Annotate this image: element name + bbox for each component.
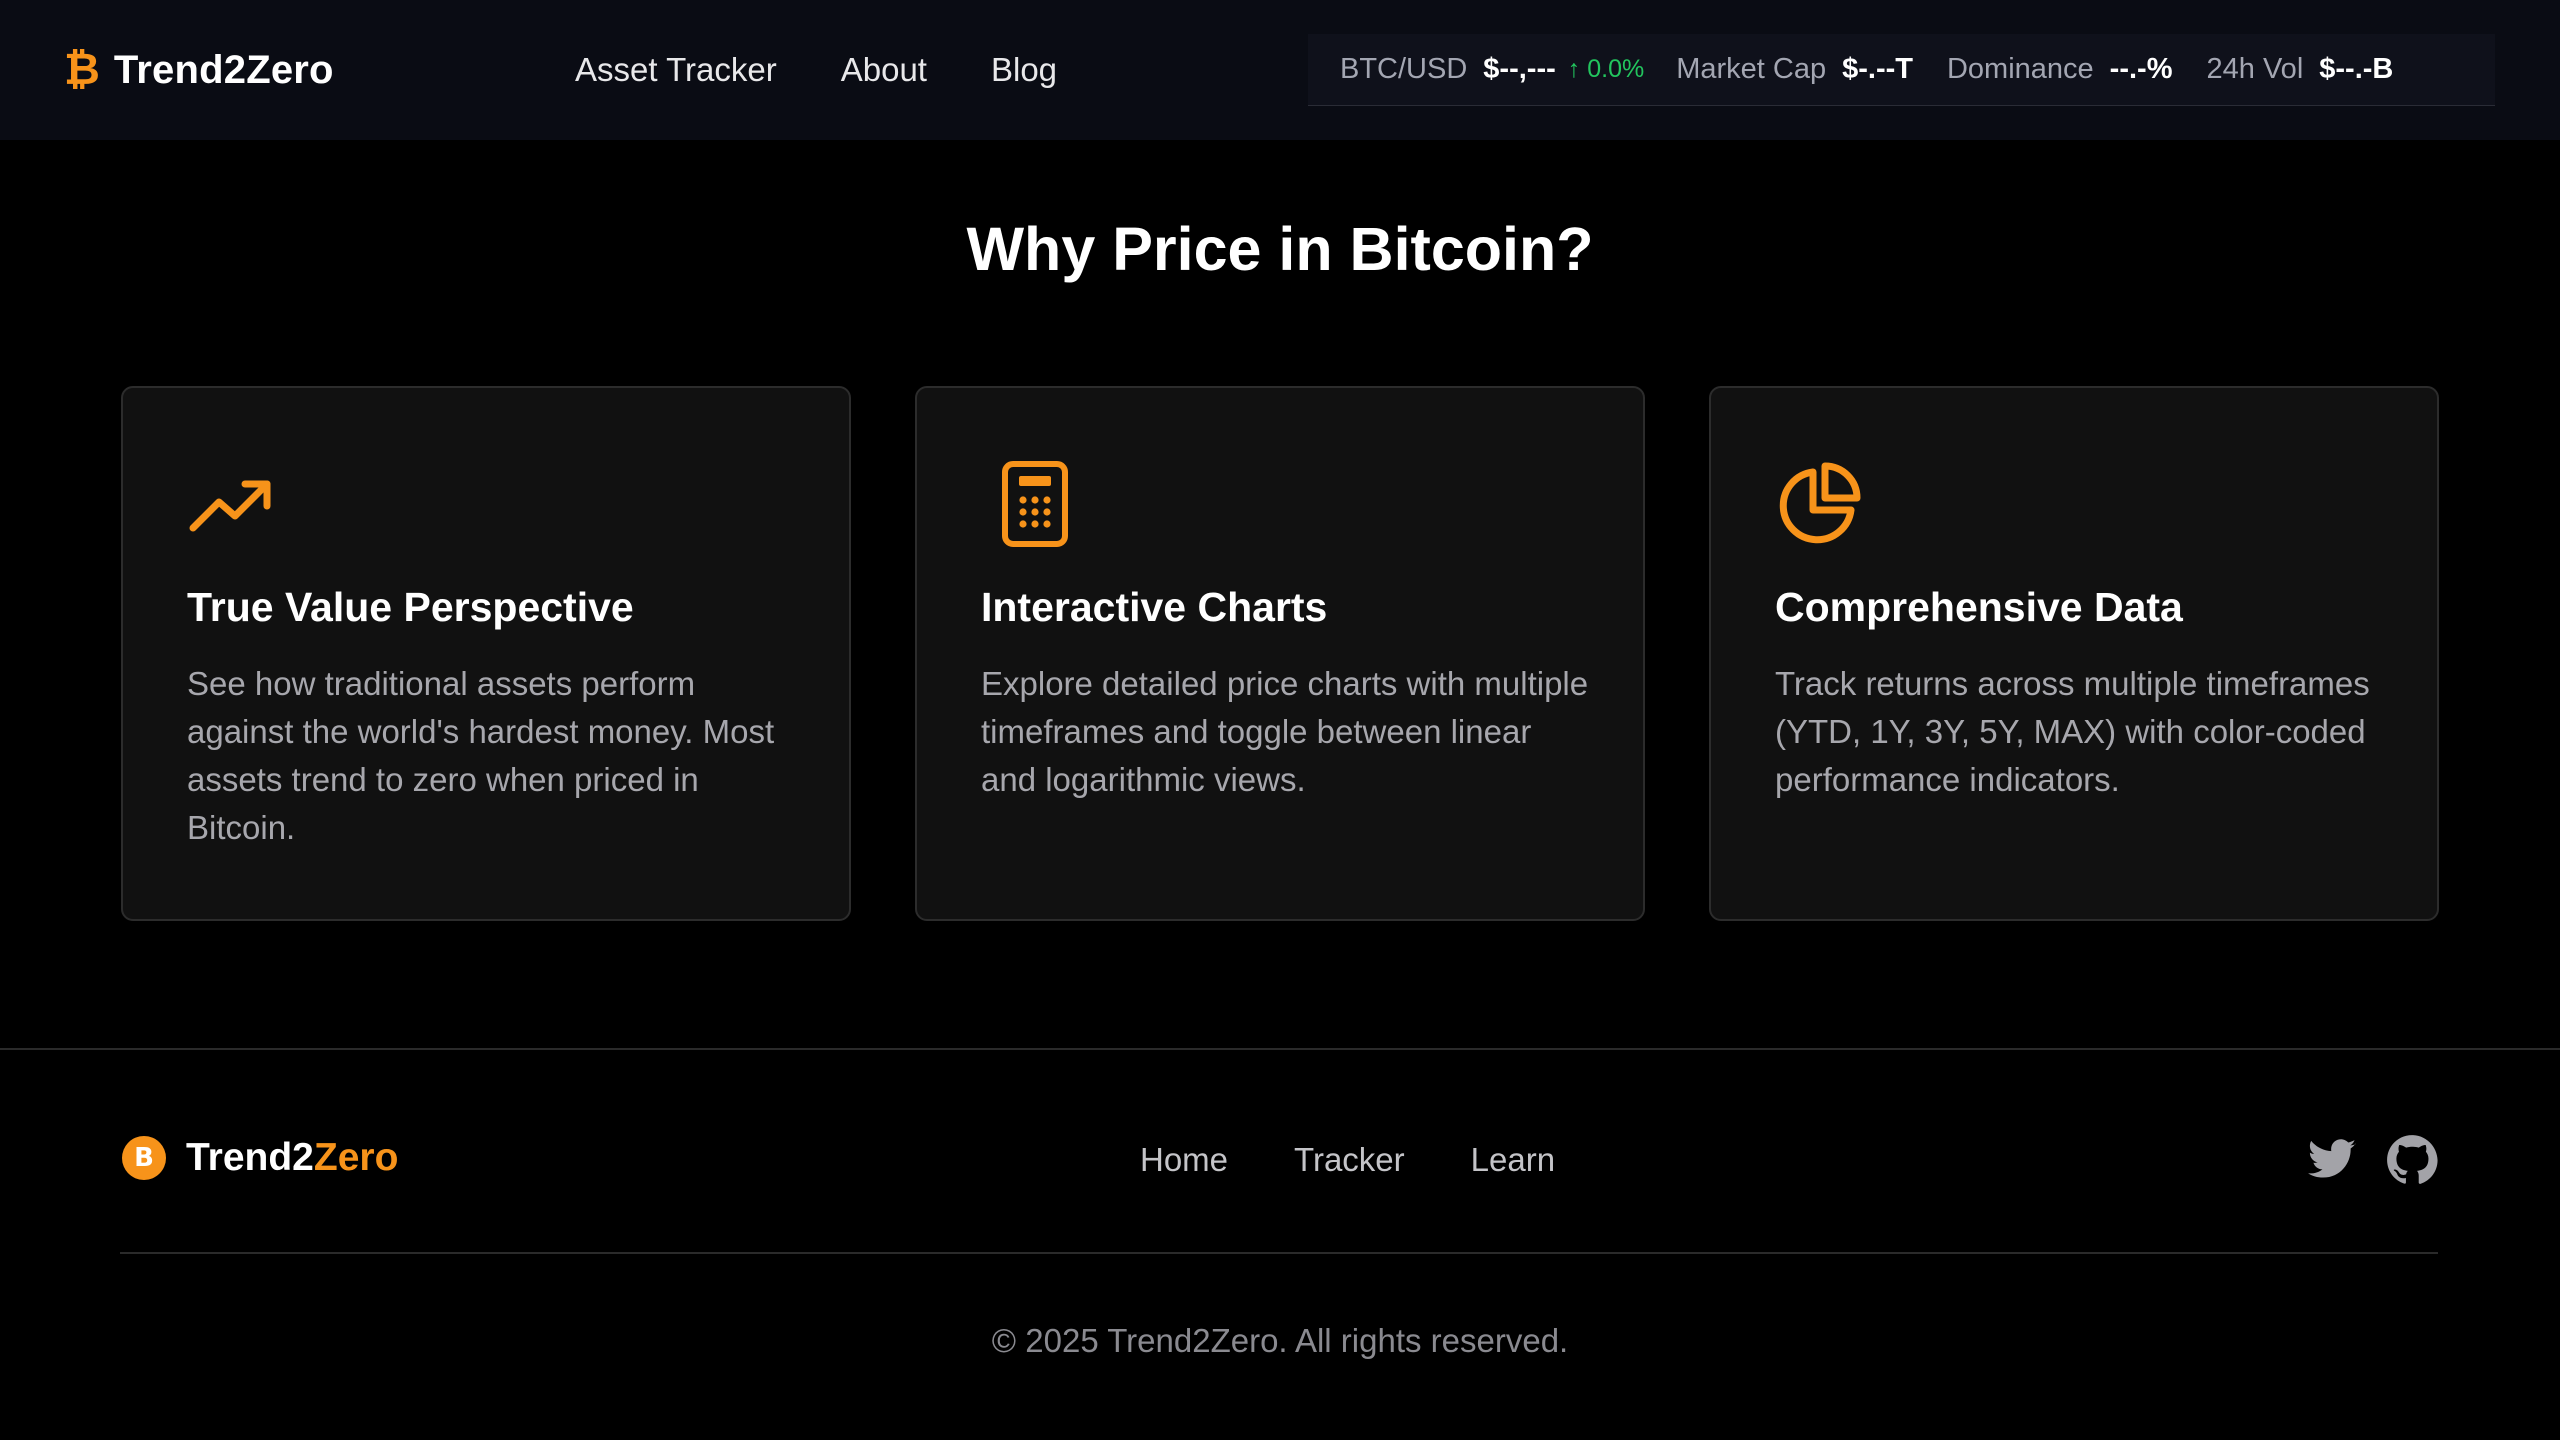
market-cap-label: Market Cap — [1676, 53, 1827, 85]
section-title: Why Price in Bitcoin? — [966, 215, 1594, 283]
feature-card-body: Track returns across multiple timeframes… — [1775, 665, 2370, 798]
feature-card-interactive-charts: Interactive Charts Explore detailed pric… — [915, 386, 1645, 921]
main-nav: Asset Tracker About Blog — [575, 48, 1057, 92]
feature-card-title: Interactive Charts — [981, 584, 1328, 630]
btc-usd-label: BTC/USD — [1340, 53, 1468, 85]
nav-blog[interactable]: Blog — [991, 48, 1057, 92]
footer-nav-home[interactable]: Home — [1140, 1138, 1228, 1182]
footer-divider — [120, 1252, 2438, 1254]
btc-change-value: ↑ 0.0% — [1567, 55, 1645, 83]
volume-24h-value: $--.-B — [2319, 53, 2394, 85]
footer-divider-top — [0, 1048, 2560, 1050]
feature-card-comprehensive-data: Comprehensive Data Track returns across … — [1709, 386, 2439, 921]
trending-up-icon — [189, 480, 271, 532]
feature-card-body: Explore detailed price charts with multi… — [981, 665, 1589, 798]
nav-about[interactable]: About — [841, 48, 927, 92]
footer-nav: Home Tracker Learn — [1140, 1138, 1555, 1182]
feature-card-body: See how traditional assets perform again… — [187, 665, 775, 846]
github-icon[interactable] — [2386, 1134, 2438, 1186]
brand-name: Trend2Zero — [113, 47, 334, 92]
btc-usd-value: $--,--- — [1483, 53, 1556, 85]
bitcoin-coin-icon: B — [122, 1136, 166, 1180]
pie-chart-icon — [1779, 462, 1861, 544]
volume-24h-label: 24h Vol — [2206, 53, 2304, 85]
bitcoin-icon: ₿ — [64, 44, 100, 95]
footer-brand-link[interactable]: B Trend2 Zero — [122, 1136, 398, 1180]
twitter-icon[interactable] — [2306, 1134, 2358, 1186]
footer-nav-tracker[interactable]: Tracker — [1294, 1138, 1405, 1182]
copyright-text: © 2025 Trend2Zero. All rights reserved. — [991, 1322, 1569, 1359]
top-header: ₿ Trend2Zero Asset Tracker About Blog BT… — [0, 0, 2560, 140]
feature-card-title: True Value Perspective — [187, 584, 634, 630]
market-cap-value: $-.--T — [1842, 53, 1913, 85]
nav-asset-tracker[interactable]: Asset Tracker — [575, 48, 777, 92]
footer-brand-name-part2: Zero — [313, 1136, 399, 1179]
footer-nav-learn[interactable]: Learn — [1471, 1138, 1555, 1182]
calculator-icon — [1002, 461, 1068, 547]
market-ticker: BTC/USD $--,--- ↑ 0.0% Market Cap $-.--T… — [1308, 34, 2495, 106]
feature-card-title: Comprehensive Data — [1775, 584, 2183, 630]
dominance-value: --.-% — [2109, 53, 2173, 85]
footer-brand-name-part1: Trend2 — [186, 1136, 314, 1179]
dominance-label: Dominance — [1946, 53, 2094, 85]
brand-logo-link[interactable]: ₿ Trend2Zero — [64, 44, 334, 96]
feature-card-true-value: True Value Perspective See how tradition… — [121, 386, 851, 921]
